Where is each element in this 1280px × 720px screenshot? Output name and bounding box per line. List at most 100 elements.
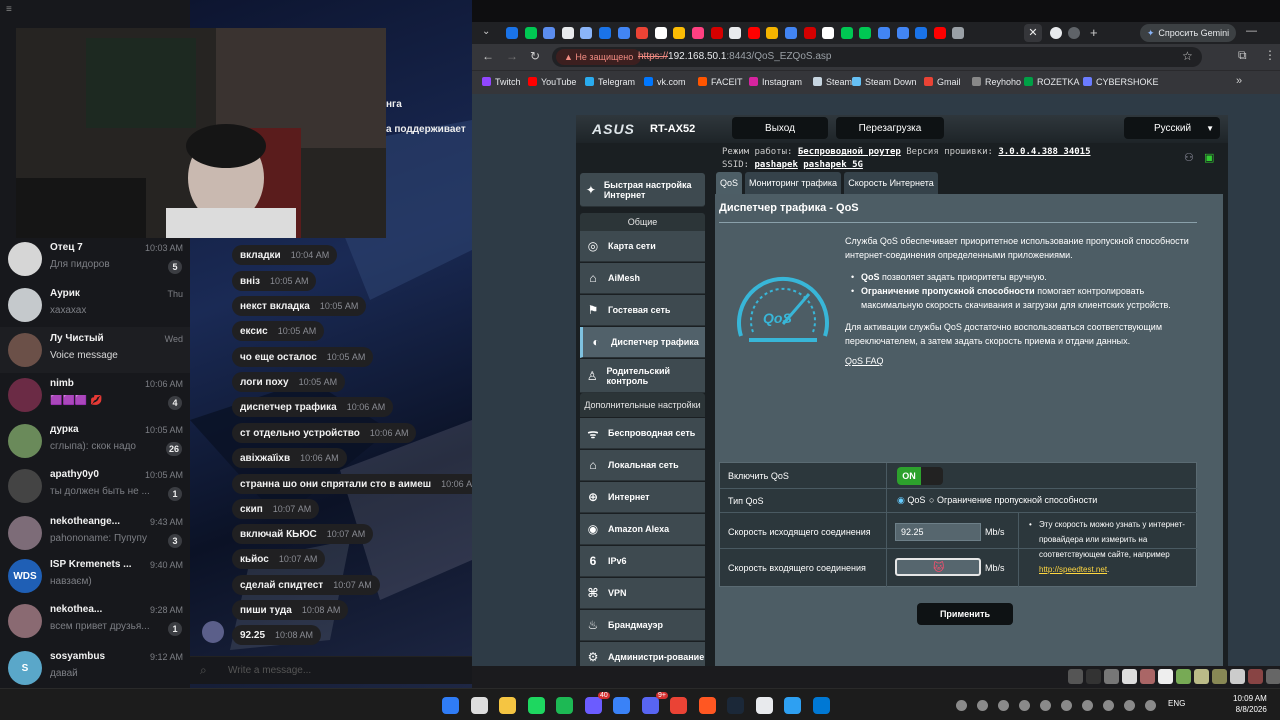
- taskbar-app-icon[interactable]: [527, 697, 545, 714]
- taskbar-app-icon[interactable]: [470, 697, 488, 714]
- attach-icon[interactable]: ⌕: [200, 663, 207, 678]
- tab-favicon-icon[interactable]: [580, 27, 593, 39]
- taskbar-app-icon[interactable]: [613, 697, 630, 714]
- tab-favicon-icon[interactable]: [822, 27, 835, 39]
- stream-emote-icon[interactable]: [1158, 669, 1173, 684]
- tab-favicon-icon[interactable]: [1068, 27, 1080, 39]
- qos-faq-link[interactable]: QoS FAQ: [845, 354, 884, 368]
- bookmark-item[interactable]: Reyhoho: [972, 77, 1021, 87]
- speedtest-link[interactable]: http://speedtest.net: [1039, 565, 1107, 574]
- tab-favicon-icon[interactable]: [933, 27, 946, 39]
- logout-button[interactable]: Выход: [732, 117, 828, 139]
- stream-emote-icon[interactable]: [1104, 669, 1119, 684]
- message-bubble[interactable]: авіхжаїіхв 10:06 AM: [232, 448, 347, 468]
- menu-item[interactable]: ♙ Родительский контроль: [580, 359, 705, 393]
- tray-icon[interactable]: [1061, 700, 1072, 711]
- tray-icon[interactable]: [1103, 700, 1114, 711]
- message-composer[interactable]: ⌕ Write a message...: [190, 656, 472, 684]
- back-icon[interactable]: ←: [482, 49, 494, 63]
- bookmark-star-icon[interactable]: ☆: [1182, 49, 1193, 63]
- chat-list-item[interactable]: nekotheange... pahononame: Пупупу 9:43 AM 3: [0, 510, 190, 556]
- bookmark-item[interactable]: vk.com: [644, 77, 686, 87]
- menu-item[interactable]: ◉ Amazon Alexa: [580, 514, 705, 545]
- tab-favicon-icon[interactable]: [692, 27, 704, 39]
- security-chip[interactable]: ▲ Не защищено: [556, 49, 642, 65]
- tab-speedtest[interactable]: Скорость Интернета: [844, 172, 938, 194]
- message-bubble[interactable]: диспетчер трафика 10:06 AM: [232, 397, 394, 417]
- omnibox[interactable]: ▲ Не защищено https://192.168.50.1:8443/…: [552, 47, 1202, 67]
- tab-favicon-icon[interactable]: [766, 27, 779, 39]
- tray-icon[interactable]: [998, 700, 1009, 711]
- chat-list-item[interactable]: дурка сглыпа): скок надо 10:05 AM 26: [0, 418, 190, 464]
- stream-emote-icon[interactable]: [1194, 669, 1209, 684]
- message-bubble[interactable]: ексис 10:05 AM: [232, 321, 325, 341]
- message-input[interactable]: Write a message...: [228, 665, 311, 676]
- taskbar-app-icon[interactable]: [584, 697, 602, 714]
- taskbar-app-icon[interactable]: [784, 697, 801, 714]
- message-bubble[interactable]: логи поху 10:05 AM: [232, 372, 346, 392]
- chat-list-item[interactable]: Лу Чистый Voice message Wed: [0, 327, 190, 373]
- radio-limit[interactable]: ○ Ограничение пропускной способности: [929, 495, 1097, 505]
- tab-favicon-icon[interactable]: [710, 27, 723, 39]
- stream-emote-icon[interactable]: [1086, 669, 1101, 684]
- stream-emote-icon[interactable]: [1266, 669, 1280, 684]
- tab-favicon-icon[interactable]: [654, 27, 667, 39]
- tab-favicon-icon[interactable]: [617, 27, 630, 39]
- more-bookmarks-button[interactable]: »: [1236, 75, 1242, 87]
- minimize-icon[interactable]: —: [1246, 25, 1257, 37]
- sender-avatar[interactable]: [202, 621, 224, 643]
- chat-list-item[interactable]: nimb 🟪🟪🟪 💋 10:06 AM 4: [0, 372, 190, 418]
- tab-favicon-icon[interactable]: [803, 27, 816, 39]
- chat-list-item[interactable]: apathy0y0 ты должен быть не ... 10:05 AM 1: [0, 463, 190, 509]
- stream-emote-icon[interactable]: [1230, 669, 1245, 684]
- input-language[interactable]: ENG: [1168, 699, 1185, 708]
- chat-list-item[interactable]: WDS ISP Kremenets ... навзаєм) 9:40 AM: [0, 553, 190, 599]
- tab-qos[interactable]: QoS: [716, 172, 742, 194]
- taskbar-app-icon[interactable]: [727, 697, 744, 714]
- bookmark-item[interactable]: Steam: [813, 77, 852, 87]
- tab-favicon-icon[interactable]: [785, 27, 797, 39]
- message-bubble[interactable]: пиши туда 10:08 AM: [232, 600, 349, 620]
- tray-icon[interactable]: [1082, 700, 1093, 711]
- chat-list-item[interactable]: nekothea... всем привет друзья... 9:28 AM 1: [0, 598, 190, 644]
- taskbar-app-icon[interactable]: [755, 697, 773, 714]
- tray-icon[interactable]: [956, 700, 967, 711]
- tray-icon[interactable]: [1145, 700, 1156, 711]
- message-bubble[interactable]: чо еще осталос 10:05 AM: [232, 347, 374, 367]
- stream-emote-icon[interactable]: [1248, 669, 1263, 684]
- tab-favicon-icon[interactable]: [729, 27, 742, 39]
- taskbar-app-icon[interactable]: [698, 697, 716, 714]
- message-bubble[interactable]: сделай спидтест 10:07 AM: [232, 575, 380, 595]
- bookmark-item[interactable]: Telegram: [585, 77, 635, 87]
- stream-emote-icon[interactable]: [1212, 669, 1227, 684]
- tab-favicon-icon[interactable]: [561, 27, 574, 39]
- taskbar-app-icon[interactable]: [670, 697, 687, 714]
- reboot-button[interactable]: Перезагрузка: [836, 117, 944, 139]
- gemini-button[interactable]: ✦ Спросить Gemini: [1140, 24, 1236, 42]
- extensions-icon[interactable]: ⧉: [1238, 48, 1247, 63]
- taskbar-app-icon[interactable]: [641, 697, 659, 714]
- taskbar-app-icon[interactable]: [442, 697, 459, 714]
- message-bubble[interactable]: вніз 10:05 AM: [232, 271, 317, 291]
- clock[interactable]: 10:09 AM 8/8/2026: [1233, 693, 1267, 715]
- stream-emote-icon[interactable]: [1176, 669, 1191, 684]
- tab-favicon-icon[interactable]: [673, 27, 686, 39]
- language-select[interactable]: Русский ▼: [1124, 117, 1220, 139]
- tray-icon[interactable]: [1019, 700, 1030, 711]
- bookmark-item[interactable]: Twitch: [482, 77, 521, 87]
- menu-item[interactable]: ᯤ Беспроводная сеть: [580, 418, 705, 449]
- chat-list-item[interactable]: Аурик хахахах Thu: [0, 282, 190, 328]
- mode-value[interactable]: Беспроводной роутер: [798, 147, 901, 157]
- bookmark-item[interactable]: CYBERSHOKE: [1083, 77, 1159, 87]
- tab-traffic-monitor[interactable]: Мониторинг трафика: [745, 172, 841, 194]
- new-tab-icon[interactable]: +: [1090, 25, 1098, 40]
- menu-item[interactable]: ♨ Брандмауэр: [580, 610, 705, 641]
- menu-item[interactable]: ◎ Карта сети: [580, 231, 705, 262]
- radio-qos[interactable]: ◉ QoS: [897, 495, 925, 506]
- bookmark-item[interactable]: Instagram: [749, 77, 802, 87]
- tab-favicon-icon[interactable]: [952, 27, 965, 39]
- forward-icon[interactable]: →: [506, 49, 518, 63]
- reload-icon[interactable]: ↻: [530, 49, 540, 63]
- apply-button[interactable]: Применить: [917, 603, 1013, 625]
- message-bubble[interactable]: включай КЬЮС 10:07 AM: [232, 524, 374, 544]
